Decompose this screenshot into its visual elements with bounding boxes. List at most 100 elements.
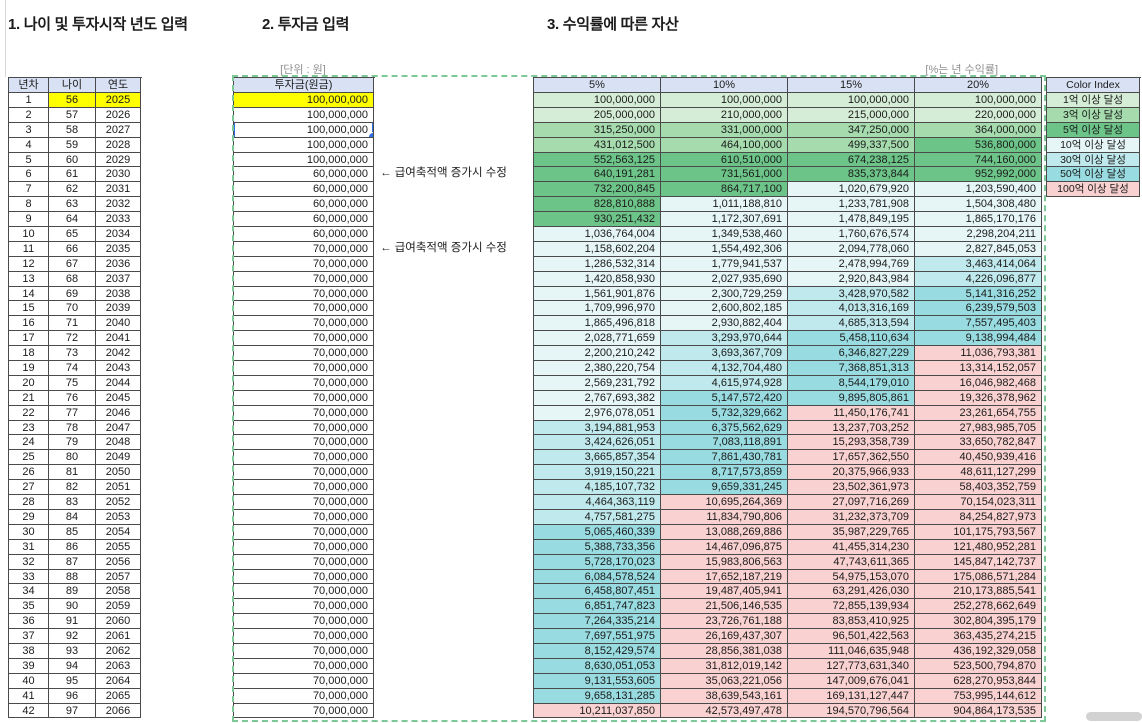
cell[interactable]: 753,995,144,612: [915, 688, 1042, 704]
cell[interactable]: 2: [9, 107, 49, 123]
cell[interactable]: 3,665,857,354: [534, 450, 661, 466]
cell[interactable]: 11: [9, 241, 49, 257]
cell[interactable]: 2060: [96, 614, 141, 630]
cell[interactable]: 47,743,611,365: [788, 554, 915, 570]
cell[interactable]: 2049: [96, 450, 141, 466]
cell[interactable]: 9,658,131,285: [534, 688, 661, 704]
cell[interactable]: 17,652,187,219: [661, 569, 788, 585]
cell[interactable]: 35: [9, 599, 49, 615]
cell[interactable]: 674,238,125: [788, 152, 915, 168]
cell[interactable]: 73: [49, 346, 96, 362]
cell[interactable]: 7,264,335,214: [534, 614, 661, 630]
cell[interactable]: 17: [9, 331, 49, 347]
cell[interactable]: 24: [9, 435, 49, 451]
cell[interactable]: 22: [9, 405, 49, 421]
cell[interactable]: 6,851,747,823: [534, 599, 661, 615]
col-header-5pct[interactable]: 5%: [534, 78, 661, 93]
cell[interactable]: 2028: [96, 137, 141, 153]
cell[interactable]: 2,027,935,690: [661, 271, 788, 287]
cell[interactable]: 34: [9, 584, 49, 600]
col-header-15pct[interactable]: 15%: [788, 78, 915, 93]
cell[interactable]: 4,013,316,169: [788, 301, 915, 317]
cell[interactable]: 2,094,778,060: [788, 241, 915, 257]
cell[interactable]: 1,036,764,004: [534, 227, 661, 242]
cell[interactable]: 1,478,849,195: [788, 212, 915, 228]
cell[interactable]: 88: [49, 569, 96, 585]
cell[interactable]: 1,504,308,480: [915, 197, 1042, 213]
cell[interactable]: 2,930,882,404: [661, 316, 788, 332]
cell[interactable]: 95: [49, 673, 96, 689]
cell[interactable]: 25: [9, 450, 49, 466]
cell[interactable]: 252,278,662,649: [915, 599, 1042, 615]
cell[interactable]: 2056: [96, 554, 141, 570]
cell[interactable]: 70,000,000: [234, 629, 374, 644]
cell[interactable]: 77: [49, 405, 96, 421]
cell[interactable]: 26,169,437,307: [661, 629, 788, 644]
cell[interactable]: 864,717,100: [661, 182, 788, 198]
cell[interactable]: 828,810,888: [534, 197, 661, 213]
cell[interactable]: 70,000,000: [234, 331, 374, 347]
cell[interactable]: 5,732,329,662: [661, 405, 788, 421]
cell[interactable]: 60: [49, 152, 96, 168]
cell[interactable]: 70,000,000: [234, 316, 374, 332]
cell[interactable]: 7,861,430,781: [661, 450, 788, 466]
cell[interactable]: 5: [9, 152, 49, 168]
cell[interactable]: 1,561,901,876: [534, 286, 661, 302]
cell[interactable]: 15,293,358,739: [788, 435, 915, 451]
cell[interactable]: 100,000,000: [534, 93, 661, 108]
cell[interactable]: 38: [9, 643, 49, 659]
cell[interactable]: 20: [9, 375, 49, 391]
cell[interactable]: 13: [9, 271, 49, 287]
cell[interactable]: 2026: [96, 107, 141, 123]
cell[interactable]: 2,976,078,051: [534, 405, 661, 421]
cell[interactable]: 33,650,782,847: [915, 435, 1042, 451]
cell[interactable]: 2,600,802,185: [661, 301, 788, 317]
cell[interactable]: 1,709,996,970: [534, 301, 661, 317]
cell[interactable]: 169,131,127,447: [788, 688, 915, 704]
cell[interactable]: 4,615,974,928: [661, 375, 788, 391]
cell[interactable]: 13,314,152,057: [915, 361, 1042, 376]
cell[interactable]: 2,569,231,792: [534, 375, 661, 391]
col-header-investment[interactable]: 투자금(원금): [234, 78, 374, 93]
cell[interactable]: 2027: [96, 122, 141, 138]
cell[interactable]: 4,685,313,594: [788, 316, 915, 332]
cell[interactable]: 930,251,432: [534, 212, 661, 228]
cell[interactable]: 4: [9, 137, 49, 153]
cell[interactable]: 72: [49, 331, 96, 347]
cell[interactable]: 96,501,422,563: [788, 629, 915, 644]
cell[interactable]: 89: [49, 584, 96, 600]
cell[interactable]: 87: [49, 554, 96, 570]
cell[interactable]: 30: [9, 524, 49, 540]
cell[interactable]: 1,286,532,314: [534, 256, 661, 272]
cell[interactable]: 101,175,793,567: [915, 524, 1042, 540]
cell[interactable]: 96: [49, 688, 96, 704]
cell[interactable]: 19,326,378,962: [915, 390, 1042, 406]
cell[interactable]: 70,000,000: [234, 688, 374, 704]
cell[interactable]: 23,502,361,973: [788, 480, 915, 496]
cell[interactable]: 81: [49, 465, 96, 481]
cell[interactable]: 1,865,170,176: [915, 212, 1042, 228]
cell[interactable]: 58: [49, 122, 96, 138]
cell[interactable]: 2044: [96, 375, 141, 391]
cell[interactable]: 83: [49, 495, 96, 510]
cell[interactable]: 65: [49, 227, 96, 242]
cell[interactable]: 70,000,000: [234, 658, 374, 674]
cell[interactable]: 70,000,000: [234, 569, 374, 585]
col-header-yearnum[interactable]: 년차: [9, 78, 49, 93]
cell[interactable]: 100,000,000: [234, 152, 374, 168]
cell[interactable]: 70,000,000: [234, 673, 374, 689]
cell[interactable]: 93: [49, 643, 96, 659]
cell[interactable]: 145,847,142,737: [915, 554, 1042, 570]
cell[interactable]: 464,100,000: [661, 137, 788, 153]
cell[interactable]: 2031: [96, 182, 141, 198]
cell[interactable]: 70,000,000: [234, 509, 374, 525]
cell[interactable]: 4,226,096,877: [915, 271, 1042, 287]
cell[interactable]: 5,141,316,252: [915, 286, 1042, 302]
cell[interactable]: 315,250,000: [534, 122, 661, 138]
cell[interactable]: 302,804,395,179: [915, 614, 1042, 630]
cell[interactable]: 121,480,952,281: [915, 539, 1042, 555]
cell[interactable]: 431,012,500: [534, 137, 661, 153]
cell[interactable]: 9: [9, 212, 49, 228]
cell[interactable]: 36: [9, 614, 49, 630]
cell[interactable]: 215,000,000: [788, 107, 915, 123]
